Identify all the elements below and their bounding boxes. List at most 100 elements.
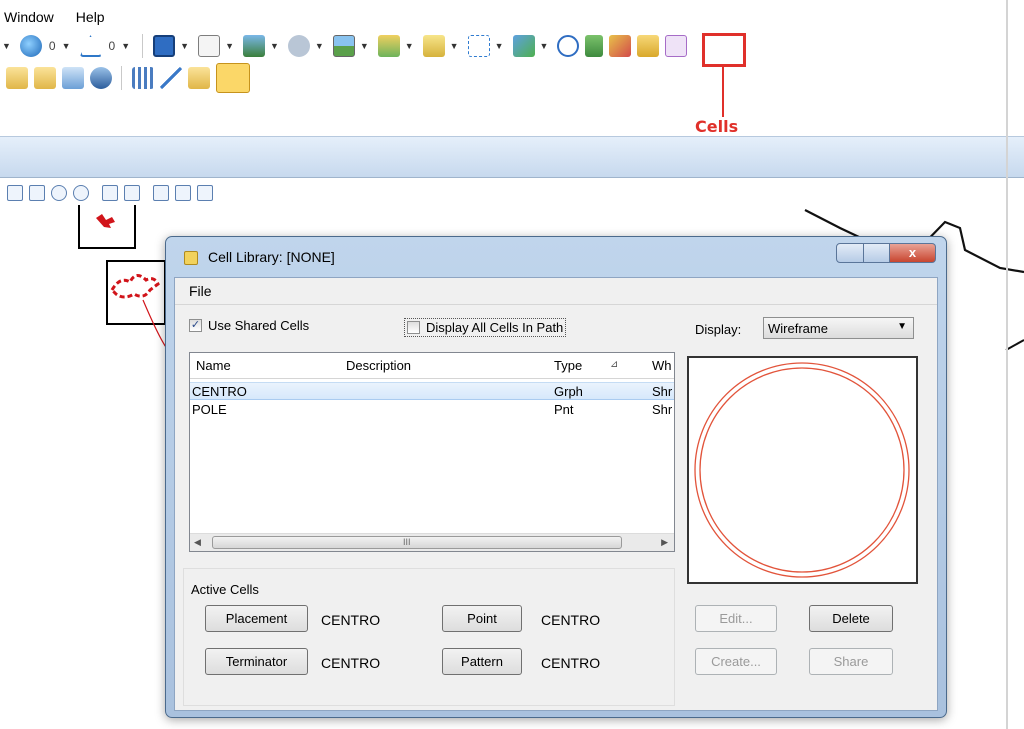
window-buttons: x — [836, 243, 936, 263]
tags-icon[interactable] — [132, 67, 154, 89]
display-style-icon[interactable] — [175, 185, 191, 201]
cells-callout-label: Cells — [695, 117, 739, 136]
minimize-button[interactable] — [836, 243, 864, 263]
triangle-count: 0 — [108, 39, 116, 53]
column-where[interactable]: Wh — [652, 358, 672, 373]
dropdown-arrow-icon[interactable]: ▼ — [495, 41, 504, 51]
edit-button[interactable]: Edit... — [695, 605, 777, 632]
cell-type: Grph — [554, 384, 583, 399]
checkmark-icon: ✓ — [189, 319, 202, 332]
globe-icon[interactable] — [19, 35, 42, 57]
dropdown-arrow-icon[interactable]: ▼ — [225, 41, 234, 51]
raster-icon[interactable] — [90, 67, 112, 89]
page-icon[interactable] — [198, 35, 221, 57]
dialog-title: Cell Library: [NONE] — [208, 249, 335, 265]
cells-highlight-box — [702, 33, 746, 67]
cell-list: Name Description Type ⊿ Wh CENTRO Grph S… — [189, 352, 675, 552]
dropdown-arrow-icon[interactable]: ▼ — [121, 41, 130, 51]
point-button[interactable]: Point — [442, 605, 522, 632]
column-description[interactable]: Description — [346, 358, 411, 373]
display-label: Display: — [695, 322, 742, 337]
horizontal-scrollbar[interactable]: ◀ III ▶ — [190, 533, 674, 551]
use-shared-cells-checkbox[interactable]: ✓ Use Shared Cells — [189, 318, 309, 333]
placement-value: CENTRO — [321, 612, 381, 628]
dropdown-arrow-icon[interactable]: ▼ — [180, 41, 189, 51]
menu-file[interactable]: File — [189, 283, 212, 299]
scroll-right-icon[interactable]: ▶ — [661, 537, 668, 548]
levels-icon[interactable] — [377, 35, 400, 57]
zoom-window-icon[interactable] — [7, 185, 23, 201]
layers-icon[interactable] — [422, 35, 445, 57]
scroll-thumb[interactable]: III — [212, 536, 622, 549]
view-attributes-icon[interactable] — [153, 185, 169, 201]
globe-count: 0 — [48, 39, 56, 53]
scroll-left-icon[interactable]: ◀ — [194, 537, 201, 548]
terminator-button[interactable]: Terminator — [205, 648, 308, 675]
dropdown-arrow-icon[interactable]: ▼ — [540, 41, 549, 51]
preview-inner-circle — [699, 367, 905, 573]
reference-icon[interactable] — [62, 67, 84, 89]
cell-row-pole[interactable]: POLE Pnt Shr — [190, 401, 674, 419]
grid-icon[interactable] — [665, 35, 688, 57]
share-button[interactable]: Share — [809, 648, 893, 675]
display-mode-select[interactable]: Wireframe ▼ — [763, 317, 914, 339]
line-icon[interactable] — [160, 67, 182, 89]
cells-callout-line — [722, 67, 724, 117]
dialog-titlebar[interactable]: Cell Library: [NONE] x — [166, 237, 946, 277]
folder-search-icon[interactable] — [637, 35, 660, 57]
pan-hand-icon[interactable] — [73, 185, 89, 201]
dropdown-arrow-icon[interactable]: ▼ — [270, 41, 279, 51]
boundary-line-2 — [1005, 339, 1024, 351]
dropdown-arrow-icon[interactable]: ▼ — [360, 41, 369, 51]
terminator-value: CENTRO — [321, 655, 381, 671]
cells-icon[interactable] — [467, 35, 490, 57]
create-button[interactable]: Create... — [695, 648, 777, 675]
menu-help[interactable]: Help — [76, 9, 105, 25]
cell-row-centro[interactable]: CENTRO Grph Shr — [190, 382, 674, 400]
tree-icon[interactable] — [585, 35, 604, 57]
dropdown-arrow-icon[interactable]: ▼ — [315, 41, 324, 51]
pattern-value: CENTRO — [541, 655, 601, 671]
maximize-button[interactable] — [864, 243, 890, 263]
menu-window[interactable]: Window — [4, 9, 54, 25]
clip-volume-icon[interactable] — [197, 185, 213, 201]
pattern-button[interactable]: Pattern — [442, 648, 522, 675]
placement-button[interactable]: Placement — [205, 605, 308, 632]
flag-icon[interactable] — [512, 35, 535, 57]
folder-grid-icon[interactable] — [188, 67, 210, 89]
cell-name: POLE — [192, 402, 227, 417]
checkbox-empty-icon — [407, 321, 420, 334]
cell-preview — [687, 356, 918, 584]
cloud-icon[interactable] — [287, 35, 310, 57]
close-button[interactable]: x — [890, 243, 936, 263]
dropdown-arrow-icon[interactable]: ▼ — [62, 41, 71, 51]
cell-type: Pnt — [554, 402, 574, 417]
sort-icon: ⊿ — [610, 359, 619, 370]
display-all-cells-checkbox[interactable]: Display All Cells In Path — [404, 318, 567, 337]
folder-user-icon[interactable] — [34, 67, 56, 89]
triangle-icon[interactable] — [79, 35, 102, 57]
cell-frame — [106, 260, 166, 325]
previous-view-icon[interactable] — [102, 185, 118, 201]
sticky-note-icon[interactable] — [216, 63, 250, 93]
dropdown-arrow-icon[interactable]: ▼ — [2, 41, 11, 51]
cell-library-dialog: Cell Library: [NONE] x File ✓ Use Shared… — [165, 236, 947, 718]
models-icon[interactable] — [242, 35, 265, 57]
toolbar-separator — [121, 66, 123, 90]
folder-share-icon[interactable] — [6, 67, 28, 89]
dropdown-arrow-icon[interactable]: ▼ — [405, 41, 414, 51]
edit-icon[interactable] — [609, 35, 632, 57]
rotate-view-icon[interactable] — [51, 185, 67, 201]
column-type[interactable]: Type — [554, 358, 582, 373]
info-icon[interactable] — [557, 35, 580, 57]
preview-outer-circle — [694, 362, 910, 578]
square-icon[interactable] — [153, 35, 176, 57]
cell-frame-top — [78, 205, 136, 249]
next-view-icon[interactable] — [124, 185, 140, 201]
column-name[interactable]: Name — [196, 358, 231, 373]
fit-view-icon[interactable] — [29, 185, 45, 201]
landscape-icon[interactable] — [332, 35, 355, 57]
delete-button[interactable]: Delete — [809, 605, 893, 632]
use-shared-cells-label: Use Shared Cells — [208, 318, 310, 333]
dropdown-arrow-icon[interactable]: ▼ — [450, 41, 459, 51]
